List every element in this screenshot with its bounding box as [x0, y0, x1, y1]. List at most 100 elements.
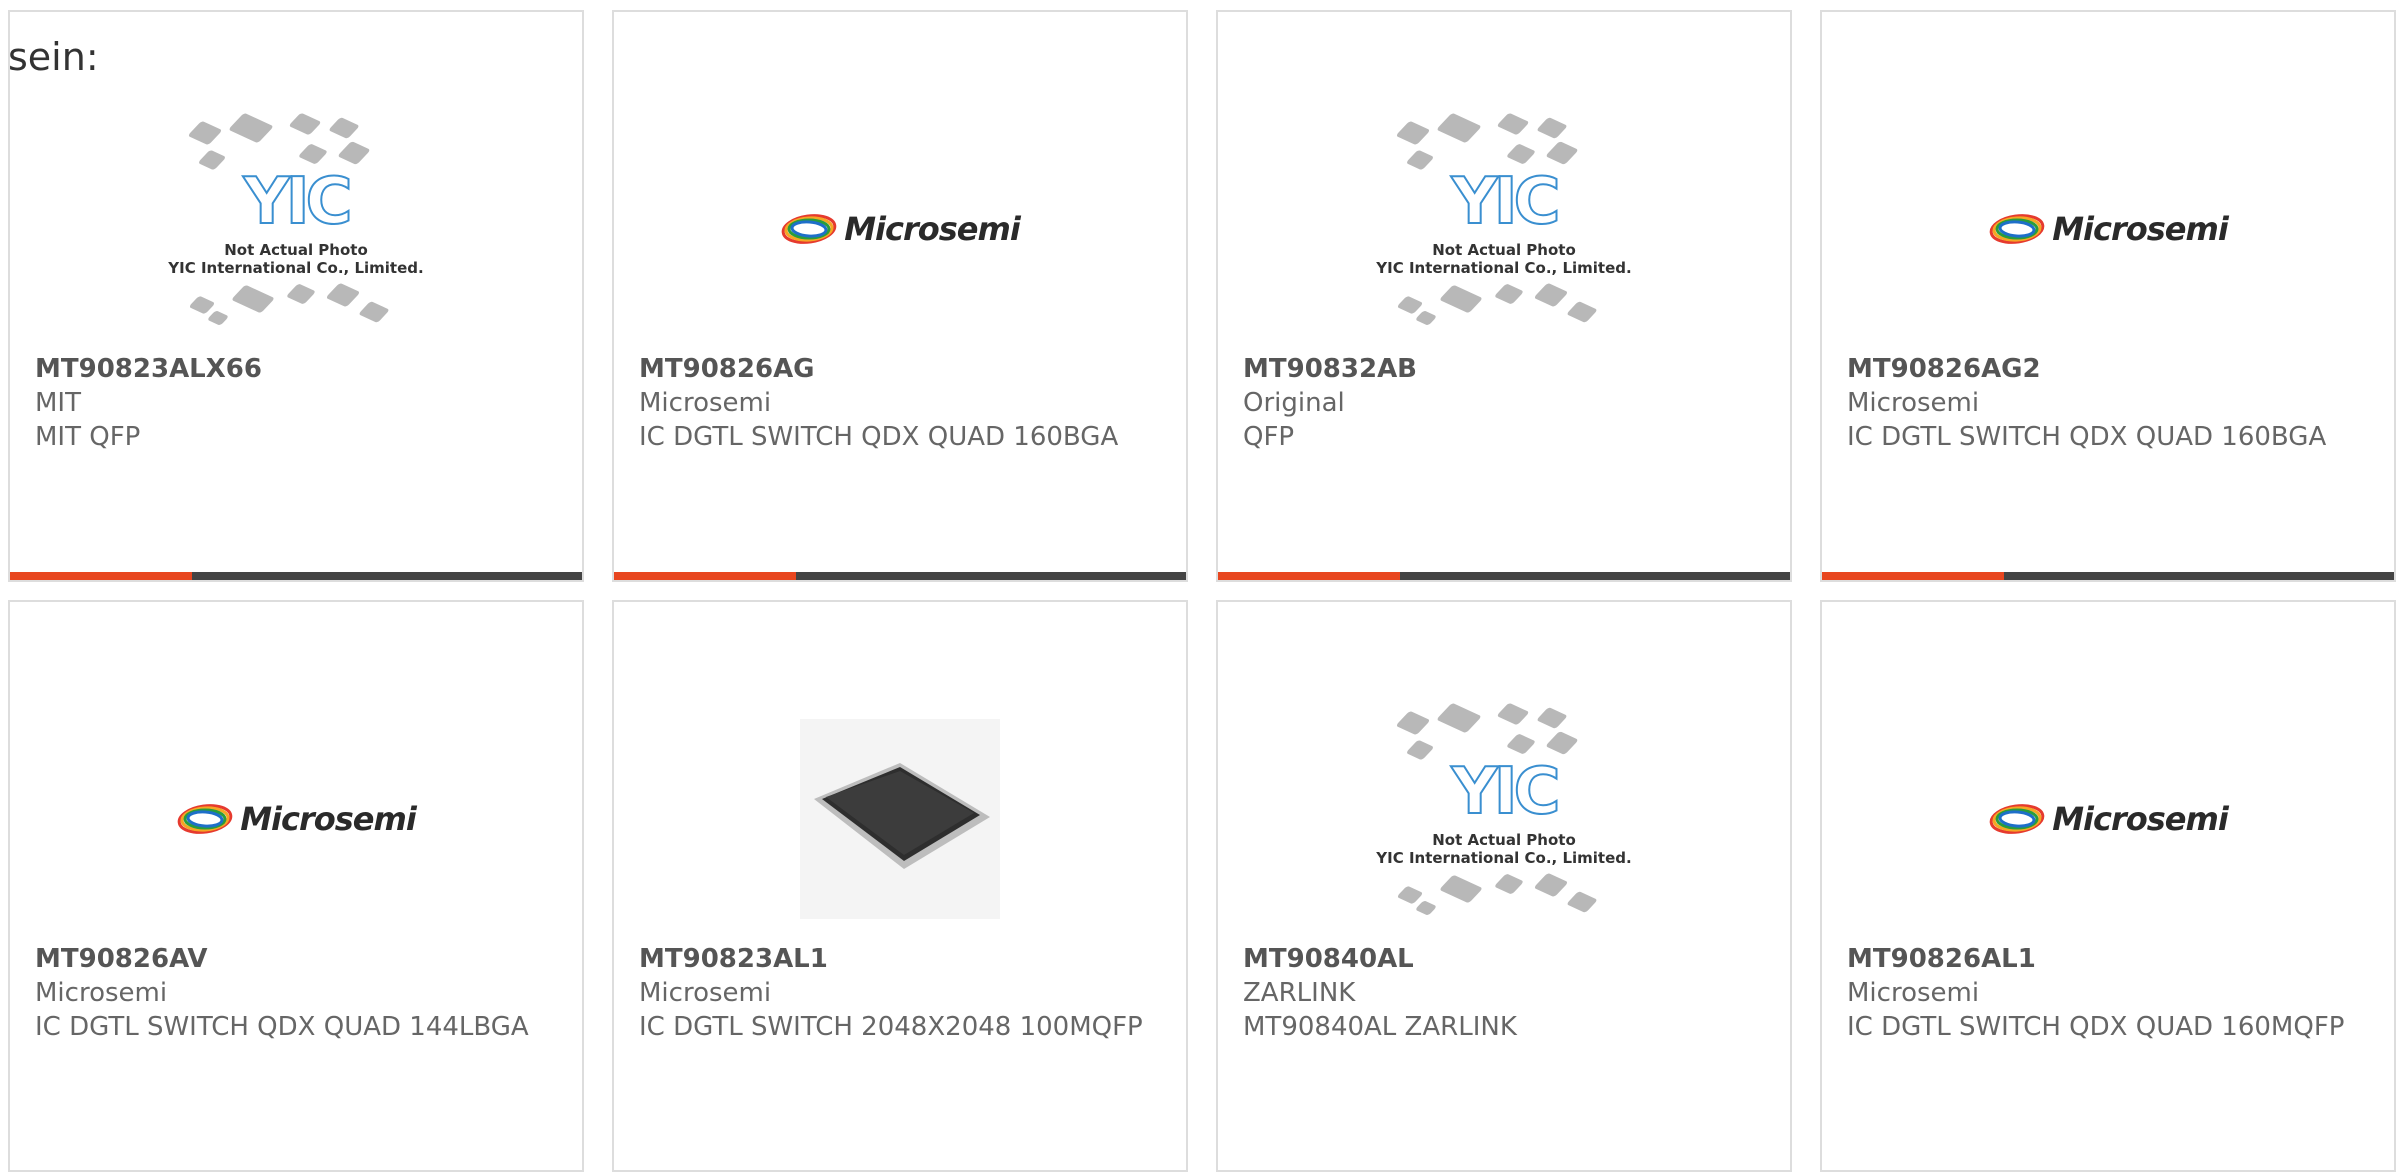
manufacturer: MIT [35, 388, 81, 418]
product-image[interactable]: Microsemi [10, 684, 582, 954]
product-card[interactable]: YIC Not Actual Photo YIC International Co.… [1216, 600, 1792, 1172]
swirl-icon [1989, 804, 2045, 834]
chip-graphic [228, 112, 274, 144]
description: IC DGTL SWITCH QDX QUAD 160BGA [639, 422, 1119, 452]
manufacturer: Microsemi [1847, 388, 1980, 418]
chip-graphic [297, 143, 329, 165]
chip-graphic [1493, 873, 1525, 895]
chip-graphic [1414, 310, 1438, 326]
product-card[interactable]: Microsemi MT90826AL1 Microsemi IC DGTL SWIT… [1820, 600, 2396, 1172]
chip-graphic [1405, 149, 1435, 171]
chip-graphic [337, 141, 371, 165]
product-image[interactable]: Microsemi [614, 94, 1186, 364]
product-image[interactable]: Microsemi [1822, 94, 2394, 364]
product-card[interactable]: Microsemi MT90826AV Microsemi IC DGTL SWITC… [8, 600, 584, 1172]
part-number-link[interactable]: MT90823ALX66 [35, 352, 555, 386]
part-number-link[interactable]: MT90826AG2 [1847, 352, 2367, 386]
microsemi-logo: Microsemi [1988, 210, 2229, 248]
chip-graphic [231, 284, 275, 314]
chip-graphic [1493, 283, 1525, 305]
part-number-link[interactable]: MT90826AL1 [1847, 942, 2367, 976]
chip-graphic [188, 295, 216, 315]
card-accent-bar [1822, 572, 2004, 580]
card-bottom-bar [614, 572, 1186, 580]
product-grid: YIC Not Actual Photo YIC International Co.… [8, 10, 2400, 1172]
card-accent-bar [614, 572, 796, 580]
chip-graphic [1505, 143, 1537, 165]
chip-graphic [328, 116, 360, 140]
chip-graphic [1436, 702, 1482, 734]
chip-graphic [1439, 874, 1483, 904]
swirl-icon [1989, 214, 2045, 244]
card-accent-bar [10, 572, 192, 580]
microsemi-logo: Microsemi [1988, 800, 2229, 838]
yic-logo: YIC [1450, 755, 1561, 829]
microsemi-wordmark: Microsemi [2052, 210, 2229, 248]
yic-caption-line2: YIC International Co., Limited. [168, 259, 424, 277]
part-number-link[interactable]: MT90826AV [35, 942, 555, 976]
product-card[interactable]: MT90823AL1 Microsemi IC DGTL SWITCH 2048X2… [612, 600, 1188, 1172]
lead-text: sein: [8, 35, 99, 79]
description: IC DGTL SWITCH QDX QUAD 144LBGA [35, 1012, 529, 1042]
chip-graphic [288, 112, 322, 136]
product-card[interactable]: Microsemi MT90826AG2 Microsemi IC DGTL SWIT… [1820, 10, 2396, 582]
chip-graphic [1536, 706, 1568, 730]
description: QFP [1243, 422, 1295, 452]
description: MIT QFP [35, 422, 141, 452]
chip-graphic [1414, 900, 1438, 916]
chip-graphic [1545, 141, 1579, 165]
description: IC DGTL SWITCH QDX QUAD 160BGA [1847, 422, 2327, 452]
yic-placeholder-image: YIC Not Actual Photo YIC International Co.… [1369, 109, 1639, 349]
microsemi-wordmark: Microsemi [2052, 800, 2229, 838]
chip-graphic [1395, 710, 1431, 736]
card-accent-bar [1218, 572, 1400, 580]
chip-graphic [1395, 120, 1431, 146]
manufacturer: Microsemi [1847, 978, 1980, 1008]
product-image[interactable]: YIC Not Actual Photo YIC International Co.… [1218, 94, 1790, 364]
part-number-link[interactable]: MT90823AL1 [639, 942, 1159, 976]
chip-graphic [1396, 295, 1424, 315]
card-bottom-bar [1218, 572, 1790, 580]
yic-caption-line1: Not Actual Photo [1432, 831, 1576, 849]
chip-graphic [197, 149, 227, 171]
part-number-link[interactable]: MT90832AB [1243, 352, 1763, 386]
yic-caption: Not Actual Photo YIC International Co., L… [161, 241, 431, 277]
product-image[interactable]: Microsemi [1822, 684, 2394, 954]
product-image[interactable]: YIC Not Actual Photo YIC International Co.… [1218, 684, 1790, 954]
chip-graphic [206, 310, 230, 326]
product-image[interactable]: YIC Not Actual Photo YIC International Co.… [10, 94, 582, 364]
yic-logo: YIC [1450, 165, 1561, 239]
manufacturer: Microsemi [35, 978, 168, 1008]
product-card[interactable]: Microsemi MT90826AG Microsemi IC DGTL SWITC… [612, 10, 1188, 582]
yic-caption-line2: YIC International Co., Limited. [1376, 849, 1632, 867]
chip-graphic [1439, 284, 1483, 314]
card-bottom-bar [1822, 572, 2394, 580]
yic-caption-line1: Not Actual Photo [1432, 241, 1576, 259]
description: IC DGTL SWITCH QDX QUAD 160MQFP [1847, 1012, 2345, 1042]
product-card[interactable]: YIC Not Actual Photo YIC International Co.… [8, 10, 584, 582]
swirl-icon [177, 804, 233, 834]
yic-caption-line1: Not Actual Photo [224, 241, 368, 259]
product-card[interactable]: YIC Not Actual Photo YIC International Co.… [1216, 10, 1792, 582]
product-info: MT90826AG2 Microsemi IC DGTL SWITCH QDX QU… [1847, 352, 2367, 454]
microsemi-wordmark: Microsemi [844, 210, 1021, 248]
yic-placeholder-image: YIC Not Actual Photo YIC International Co.… [161, 109, 431, 349]
part-number-link[interactable]: MT90840AL [1243, 942, 1763, 976]
chip-graphic [187, 120, 223, 146]
chip-graphic [325, 282, 361, 308]
product-info: MT90826AG Microsemi IC DGTL SWITCH QDX QUA… [639, 352, 1159, 454]
microsemi-logo: Microsemi [780, 210, 1021, 248]
chip-graphic [1533, 872, 1569, 898]
product-image[interactable] [614, 684, 1186, 954]
chip-graphic [1566, 890, 1598, 914]
manufacturer: ZARLINK [1243, 978, 1356, 1008]
chip-graphic [1496, 112, 1530, 136]
chip-graphic [1545, 731, 1579, 755]
product-info: MT90840AL ZARLINK MT90840AL ZARLINK [1243, 942, 1763, 1044]
product-info: MT90826AL1 Microsemi IC DGTL SWITCH QDX QU… [1847, 942, 2367, 1044]
chip-graphic [285, 283, 317, 305]
chip-graphic [1496, 702, 1530, 726]
chip-graphic [1536, 116, 1568, 140]
yic-caption: Not Actual Photo YIC International Co., L… [1369, 241, 1639, 277]
part-number-link[interactable]: MT90826AG [639, 352, 1159, 386]
